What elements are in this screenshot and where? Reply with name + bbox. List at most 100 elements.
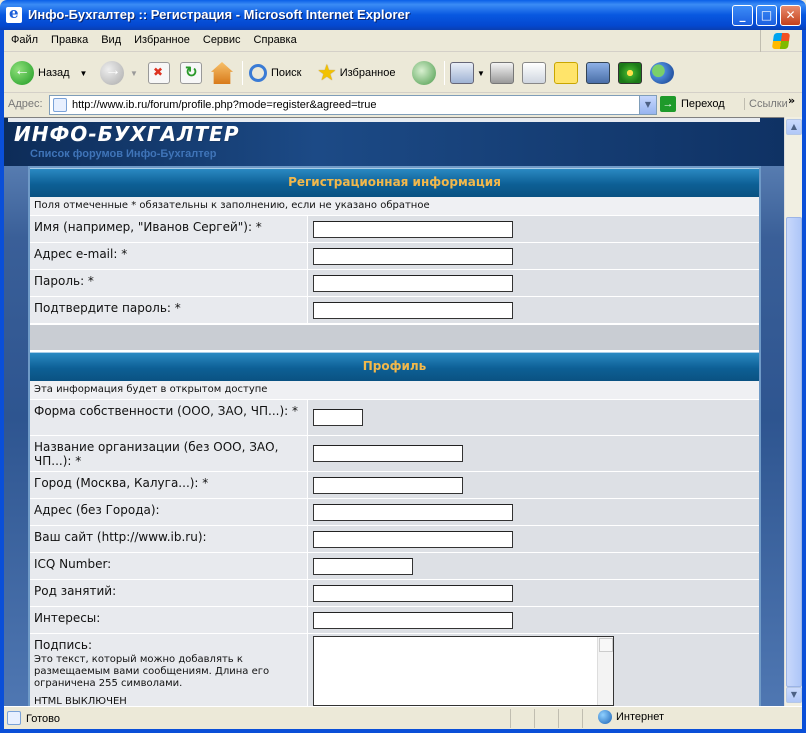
print-icon xyxy=(490,62,514,84)
icq-input[interactable] xyxy=(313,557,413,575)
page-done-icon xyxy=(7,711,21,725)
menu-view[interactable]: Вид xyxy=(94,30,127,46)
forward-dropdown-icon[interactable]: ▼ xyxy=(130,69,138,78)
email-label: Адрес e-mail: * xyxy=(30,243,308,269)
window-frame-right xyxy=(802,30,806,733)
minimize-button[interactable]: _ xyxy=(732,5,753,26)
signature-label: Подпись: xyxy=(34,638,93,652)
address-url[interactable]: http://www.ib.ru/forum/profile.php?mode=… xyxy=(72,99,377,111)
breadcrumb-forum-index[interactable]: Список форумов Инфо-Бухгалтер xyxy=(30,148,216,160)
mail-dropdown-icon[interactable]: ▼ xyxy=(477,69,485,78)
edit-page-icon xyxy=(522,62,546,84)
menu-edit[interactable]: Правка xyxy=(44,30,94,46)
windows-flag-icon xyxy=(771,33,791,49)
site-logo[interactable]: ИНФО-БУХГАЛТЕР xyxy=(14,122,240,146)
address-field-label: Адрес (без Города): xyxy=(30,499,308,525)
forward-button[interactable]: ▼ xyxy=(100,59,138,87)
discuss-note-icon xyxy=(554,62,578,84)
html-status-text: HTML ВЫКЛЮЧЕН xyxy=(34,696,127,706)
scrollbar-thumb[interactable] xyxy=(786,217,802,687)
interests-input[interactable] xyxy=(313,611,513,629)
menu-favorites[interactable]: Избранное xyxy=(127,30,196,46)
profile-section-header: Профиль xyxy=(30,352,759,381)
form-row-city: Город (Москва, Калуга...): * xyxy=(30,472,759,499)
back-dropdown-icon[interactable]: ▼ xyxy=(80,69,88,78)
textarea-scrollbar[interactable] xyxy=(597,637,613,705)
search-button[interactable]: Поиск xyxy=(249,59,301,87)
history-icon xyxy=(412,61,436,85)
page-viewport: ИНФО-БУХГАЛТЕР Список форумов Инфо-Бухга… xyxy=(4,117,784,706)
links-button[interactable]: Ссылки xyxy=(744,98,788,110)
signature-textarea[interactable] xyxy=(313,636,614,706)
occupation-label: Род занятий: xyxy=(30,580,308,606)
print-button[interactable] xyxy=(490,59,514,87)
mail-icon xyxy=(450,62,474,84)
title-bar: Инфо-Бухгалтер :: Регистрация - Microsof… xyxy=(0,0,806,30)
stop-button[interactable] xyxy=(148,59,170,87)
form-row-occupation: Род занятий: xyxy=(30,580,759,607)
icq-button[interactable] xyxy=(618,59,642,87)
ownership-input[interactable] xyxy=(313,409,363,426)
menu-file[interactable]: Файл xyxy=(4,30,44,46)
back-button[interactable]: Назад ▼ xyxy=(10,59,87,87)
status-cell xyxy=(582,709,583,728)
icq-label: ICQ Number: xyxy=(30,553,308,579)
security-zone: Интернет xyxy=(598,710,664,724)
research-button[interactable] xyxy=(586,59,610,87)
menu-tools[interactable]: Сервис xyxy=(196,30,247,46)
organization-input[interactable] xyxy=(313,445,463,462)
form-row-confirm-password: Подтвердите пароль: * xyxy=(30,297,759,324)
address-input[interactable]: http://www.ib.ru/forum/profile.php?mode=… xyxy=(49,95,657,115)
scroll-down-icon[interactable]: ▼ xyxy=(786,687,802,703)
maximize-button[interactable]: □ xyxy=(756,5,777,26)
refresh-button[interactable] xyxy=(180,59,202,87)
status-bar: Готово Интернет xyxy=(4,706,802,729)
messenger-button[interactable] xyxy=(650,59,674,87)
window-title: Инфо-Бухгалтер :: Регистрация - Microsof… xyxy=(28,7,410,22)
confirm-password-label: Подтвердите пароль: * xyxy=(30,297,308,323)
password-label: Пароль: * xyxy=(30,270,308,296)
history-button[interactable] xyxy=(412,59,436,87)
menu-help[interactable]: Справка xyxy=(247,30,303,46)
textarea-scroll-up-icon[interactable] xyxy=(599,638,613,652)
go-label: Переход xyxy=(681,98,725,110)
home-icon xyxy=(211,62,233,84)
edit-button[interactable] xyxy=(522,59,546,87)
website-input[interactable] xyxy=(313,530,513,548)
close-button[interactable]: ✕ xyxy=(780,5,801,26)
back-arrow-icon xyxy=(10,61,34,85)
messenger-people-icon xyxy=(650,62,674,84)
icq-flower-icon xyxy=(618,62,642,84)
city-input[interactable] xyxy=(313,476,463,494)
home-button[interactable] xyxy=(211,59,233,87)
status-cell xyxy=(510,709,511,728)
favorites-button[interactable]: ★ Избранное xyxy=(317,59,395,87)
registration-section-header: Регистрационная информация xyxy=(30,168,759,197)
name-label: Имя (например, "Иванов Сергей"): * xyxy=(30,216,308,242)
ie-icon xyxy=(6,4,22,23)
address-field-input[interactable] xyxy=(313,503,513,521)
organization-label: Название организации (без ООО, ЗАО, ЧП..… xyxy=(30,436,308,471)
city-label: Город (Москва, Калуга...): * xyxy=(30,472,308,498)
research-icon xyxy=(586,62,610,84)
confirm-password-input[interactable] xyxy=(313,301,513,319)
occupation-input[interactable] xyxy=(313,584,513,602)
go-button[interactable]: → Переход xyxy=(660,96,725,112)
password-input[interactable] xyxy=(313,274,513,292)
address-dropdown-icon[interactable]: ▼ xyxy=(639,96,656,114)
form-row-name: Имя (например, "Иванов Сергей"): * xyxy=(30,216,759,243)
mail-button[interactable]: ▼ xyxy=(450,59,485,87)
name-input[interactable] xyxy=(313,220,513,238)
windows-logo xyxy=(760,30,798,52)
email-input[interactable] xyxy=(313,247,513,265)
internet-globe-icon xyxy=(598,710,612,724)
scroll-up-icon[interactable]: ▲ xyxy=(786,119,802,135)
discuss-button[interactable] xyxy=(554,59,578,87)
section-spacer xyxy=(30,324,759,352)
page-icon xyxy=(53,98,67,112)
public-info-note: Эта информация будет в открытом доступе xyxy=(30,381,759,400)
favorites-star-icon: ★ xyxy=(317,60,337,85)
page-scrollbar[interactable]: ▲ ▼ xyxy=(784,117,802,706)
links-chevron-icon[interactable]: » xyxy=(788,94,795,107)
search-label: Поиск xyxy=(271,67,302,79)
